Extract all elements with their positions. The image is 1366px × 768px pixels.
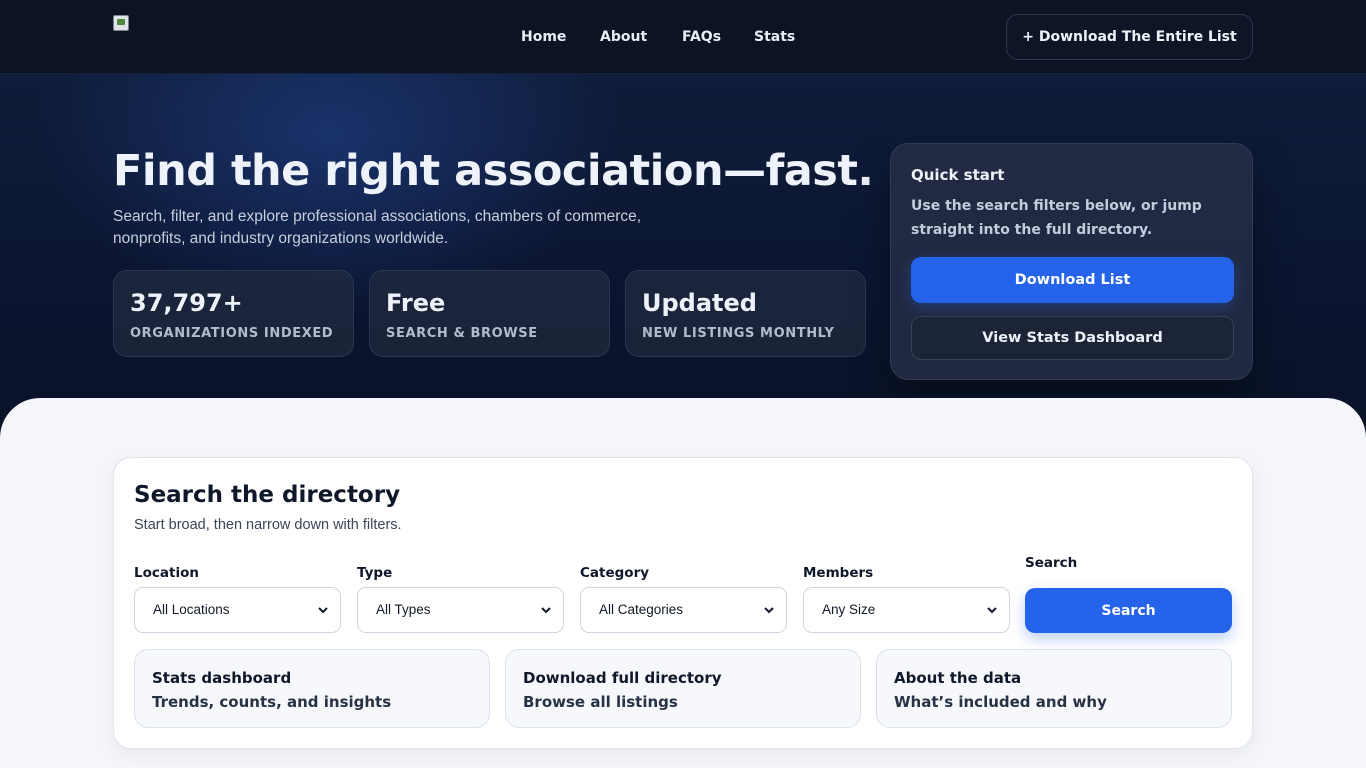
nav-link-faqs[interactable]: FAQs (682, 29, 721, 45)
nav-link-home[interactable]: Home (521, 29, 566, 45)
main-content: Search the directory Start broad, then n… (0, 398, 1366, 768)
stats-dashboard-link-card[interactable]: Stats dashboard Trends, counts, and insi… (134, 649, 490, 728)
chevron-down-icon (764, 607, 774, 614)
link-card-subtitle: What’s included and why (894, 693, 1107, 711)
link-card-subtitle: Browse all listings (523, 693, 678, 711)
link-card-subtitle: Trends, counts, and insights (152, 693, 392, 711)
members-label: Members (803, 565, 874, 581)
search-label: Search (1025, 555, 1078, 571)
location-select-value: All Locations (153, 602, 230, 617)
search-button[interactable]: Search (1025, 588, 1232, 633)
download-entire-list-button[interactable]: + Download The Entire List (1006, 14, 1253, 60)
hero-subtitle-line: Search, filter, and explore professional… (113, 208, 642, 225)
quick-start-title: Quick start (911, 166, 1005, 184)
top-navbar: Home About FAQs Stats + Download The Ent… (0, 0, 1366, 74)
hero-title: Find the right association—fast. (113, 146, 874, 196)
type-label: Type (357, 565, 393, 581)
search-card-subtitle: Start broad, then narrow down with filte… (134, 517, 402, 533)
stat-card-organizations: 37,797+ ORGANIZATIONS INDEXED (113, 270, 354, 357)
stat-card-free: Free SEARCH & BROWSE (369, 270, 610, 357)
stat-label: NEW LISTINGS MONTHLY (642, 326, 835, 341)
category-label: Category (580, 565, 650, 581)
hero-subtitle: Search, filter, and explore professional… (113, 206, 713, 250)
link-card-title: Stats dashboard (152, 669, 292, 687)
search-card: Search the directory Start broad, then n… (113, 457, 1253, 749)
download-list-button[interactable]: Download List (911, 257, 1234, 303)
category-select-value: All Categories (599, 602, 684, 617)
location-select[interactable]: All Locations (134, 587, 341, 633)
stat-label: SEARCH & BROWSE (386, 326, 538, 341)
about-data-link-card[interactable]: About the data What’s included and why (876, 649, 1232, 728)
nav-link-about[interactable]: About (600, 29, 647, 45)
chevron-down-icon (541, 607, 551, 614)
quick-start-card: Quick start Use the search filters below… (890, 143, 1253, 380)
location-label: Location (134, 565, 199, 581)
search-card-title: Search the directory (134, 482, 401, 508)
view-stats-dashboard-button[interactable]: View Stats Dashboard (911, 316, 1234, 360)
hero-subtitle-line: nonprofits, and industry organizations w… (113, 230, 449, 247)
members-select[interactable]: Any Size (803, 587, 1010, 633)
download-directory-link-card[interactable]: Download full directory Browse all listi… (505, 649, 861, 728)
link-card-title: Download full directory (523, 669, 722, 687)
category-select[interactable]: All Categories (580, 587, 787, 633)
stat-value: 37,797+ (130, 289, 243, 317)
stat-value: Free (386, 289, 446, 317)
stat-value: Updated (642, 289, 757, 317)
nav-link-stats[interactable]: Stats (754, 29, 795, 45)
stat-label: ORGANIZATIONS INDEXED (130, 326, 334, 341)
members-select-value: Any Size (822, 602, 876, 617)
type-select-value: All Types (376, 602, 431, 617)
type-select[interactable]: All Types (357, 587, 564, 633)
chevron-down-icon (987, 607, 997, 614)
stat-card-updated: Updated NEW LISTINGS MONTHLY (625, 270, 866, 357)
link-card-title: About the data (894, 669, 1022, 687)
quick-start-text: Use the search filters below, or jump st… (911, 198, 1202, 238)
chevron-down-icon (318, 607, 328, 614)
